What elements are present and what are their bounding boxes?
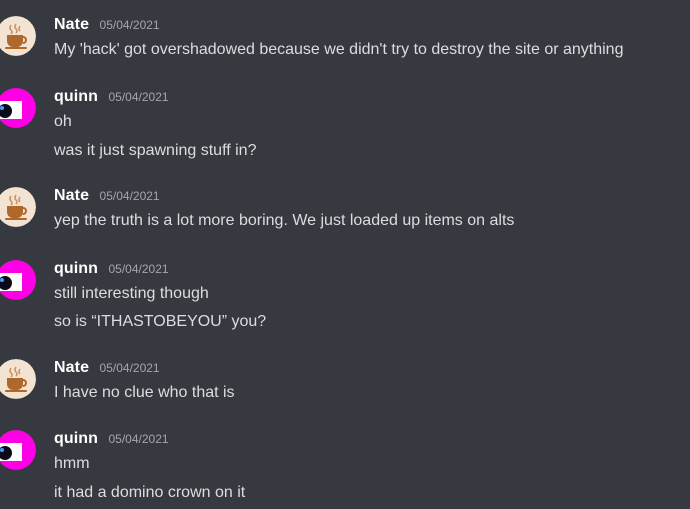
coffee-cup-icon — [0, 187, 36, 227]
message-text: hmm — [54, 455, 90, 472]
avatar[interactable] — [0, 187, 36, 227]
message-text: yep the truth is a lot more boring. We j… — [54, 212, 515, 229]
avatar[interactable] — [0, 359, 36, 399]
timestamp[interactable]: 05/04/2021 — [100, 189, 160, 203]
message-header: quinn 05/04/2021 — [54, 260, 169, 282]
coffee-cup-icon — [0, 16, 36, 56]
message-text: it had a domino crown on it — [54, 484, 246, 501]
eye-icon — [0, 88, 36, 128]
username[interactable]: quinn — [54, 88, 98, 105]
message-header: quinn 05/04/2021 — [54, 88, 169, 110]
avatar[interactable] — [0, 430, 36, 470]
message-text: oh — [54, 113, 72, 130]
timestamp[interactable]: 05/04/2021 — [109, 90, 169, 104]
message-text: still interesting though — [54, 285, 209, 302]
message-text: I have no clue who that is — [54, 384, 235, 401]
message-text: so is “ITHASTOBEYOU” you? — [54, 313, 267, 330]
coffee-cup-icon — [0, 359, 36, 399]
avatar[interactable] — [0, 88, 36, 128]
username[interactable]: Nate — [54, 187, 89, 204]
avatar[interactable] — [0, 16, 36, 56]
username[interactable]: Nate — [54, 16, 89, 33]
message-header: Nate 05/04/2021 — [54, 16, 160, 38]
timestamp[interactable]: 05/04/2021 — [109, 262, 169, 276]
username[interactable]: Nate — [54, 359, 89, 376]
message-header: Nate 05/04/2021 — [54, 187, 160, 209]
message-text: was it just spawning stuff in? — [54, 142, 257, 159]
message-header: Nate 05/04/2021 — [54, 359, 160, 381]
eye-icon — [0, 430, 36, 470]
chat-messages: Nate 05/04/2021 My 'hack' got overshadow… — [0, 0, 690, 509]
timestamp[interactable]: 05/04/2021 — [100, 361, 160, 375]
timestamp[interactable]: 05/04/2021 — [109, 432, 169, 446]
message-text: My 'hack' got overshadowed because we di… — [54, 41, 624, 58]
eye-icon — [0, 260, 36, 300]
username[interactable]: quinn — [54, 260, 98, 277]
timestamp[interactable]: 05/04/2021 — [100, 18, 160, 32]
username[interactable]: quinn — [54, 430, 98, 447]
avatar[interactable] — [0, 260, 36, 300]
message-header: quinn 05/04/2021 — [54, 430, 169, 452]
